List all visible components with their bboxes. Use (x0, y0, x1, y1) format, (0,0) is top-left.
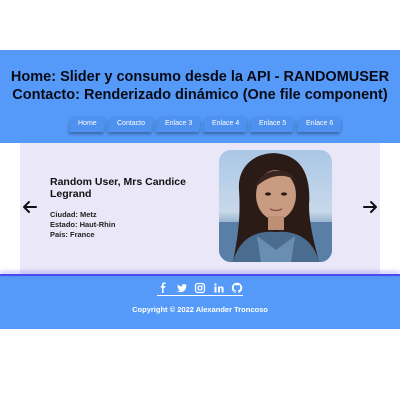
nav-label: Contacto (116, 120, 145, 127)
nav-item-enlace-5[interactable]: Enlace 5 (250, 116, 296, 132)
nav-label: Enlace 6 (306, 120, 334, 127)
social-underline (157, 295, 243, 296)
nav-item-home[interactable]: Home (68, 116, 106, 132)
nav-item-enlace-6[interactable]: Enlace 6 (297, 116, 343, 132)
github-icon[interactable] (231, 282, 243, 294)
copyright-text: Copyright © 2022 Alexander Troncoso (132, 305, 268, 314)
arrow-right-icon[interactable] (362, 199, 378, 215)
instagram-icon[interactable] (194, 282, 206, 294)
nav-item-enlace-4[interactable]: Enlace 4 (202, 116, 249, 132)
user-name: Random User, Mrs Candice Legrand (50, 176, 186, 200)
nav-item-contacto[interactable]: Contacto (107, 116, 154, 132)
user-city: Ciudad: Metz (50, 210, 97, 219)
user-state: Estado: Haut-Rhin (50, 220, 116, 229)
footer-divider (0, 274, 400, 276)
twitter-icon[interactable] (176, 282, 188, 294)
facebook-icon[interactable] (157, 282, 169, 294)
nav-item-enlace-3[interactable]: Enlace 3 (155, 116, 202, 132)
arrow-left-icon[interactable] (22, 199, 38, 215)
title-line-1: Home: Slider y consumo desde la API - RA… (10, 69, 390, 85)
page-title: Home: Slider y consumo desde la API - RA… (0, 68, 400, 104)
nav-bar: Home Contacto Enlace 3 Enlace 4 Enlace 5… (68, 116, 346, 132)
nav-label: Enlace 4 (211, 120, 240, 127)
linkedin-icon[interactable] (213, 282, 225, 294)
nav-label: Enlace 5 (259, 120, 287, 127)
nav-label: Home (78, 120, 97, 127)
user-country: País: France (50, 230, 95, 239)
title-line-2: Contacto: Renderizado dinámico (One file… (12, 87, 388, 103)
user-slider: Random User, Mrs Candice Legrand Ciudad:… (20, 143, 380, 274)
social-links (157, 282, 243, 294)
user-photo (219, 150, 332, 262)
nav-label: Enlace 3 (164, 120, 192, 127)
